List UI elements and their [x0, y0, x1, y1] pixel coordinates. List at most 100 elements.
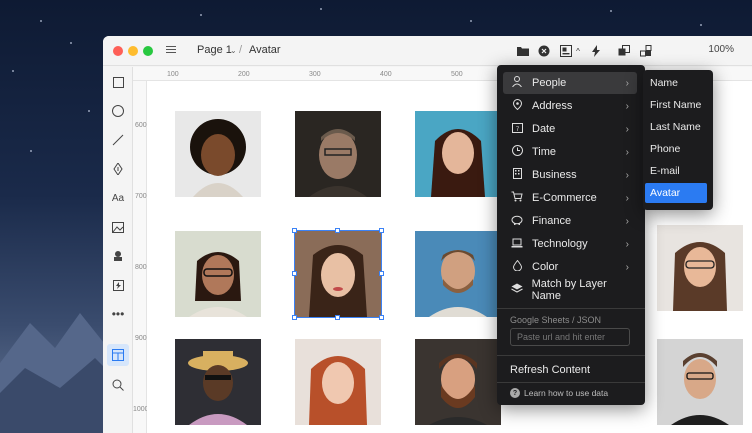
- chevron-right-icon: ›: [625, 123, 629, 135]
- pen-tool-icon[interactable]: [111, 162, 125, 176]
- ruler-label: 200: [238, 71, 250, 78]
- menu-item-match-layer[interactable]: Match by Layer Name: [503, 278, 637, 302]
- menu-item-label: Time: [532, 146, 557, 158]
- ruler-label: 900: [135, 335, 147, 342]
- ruler-label: 300: [309, 71, 321, 78]
- menu-item-people[interactable]: People ›: [503, 72, 637, 94]
- zoom-tool-icon[interactable]: [111, 378, 125, 392]
- menu-item-date[interactable]: 7 Date ›: [503, 118, 637, 140]
- person-icon: [508, 76, 526, 90]
- data-dropdown-menu: People › Address › 7 Date › Time › Busin…: [497, 65, 645, 405]
- google-sheets-heading: Google Sheets / JSON: [510, 315, 602, 325]
- laptop-icon: [508, 238, 526, 251]
- minimize-window-button[interactable]: [128, 46, 138, 56]
- menu-item-color[interactable]: Color ›: [503, 256, 637, 278]
- menu-item-label: Date: [532, 123, 556, 135]
- lightning-icon[interactable]: [589, 44, 603, 58]
- breadcrumb-separator: /: [239, 44, 243, 56]
- folder-icon[interactable]: [516, 44, 530, 58]
- submenu-item-last-name[interactable]: Last Name: [645, 117, 707, 137]
- ruler-label: 600: [135, 122, 147, 129]
- vertical-ruler: 600 700 800 900 1000: [133, 81, 149, 433]
- chevron-down-icon[interactable]: ⌄: [230, 46, 237, 55]
- avatar-image[interactable]: [657, 225, 743, 311]
- line-tool-icon[interactable]: [111, 133, 125, 147]
- ruler-label: 700: [135, 193, 147, 200]
- menu-item-business[interactable]: Business ›: [503, 164, 637, 186]
- piggy-bank-icon: [508, 215, 526, 228]
- avatar-image[interactable]: [175, 231, 261, 317]
- left-toolbar: Aa •••: [103, 67, 133, 433]
- menu-item-time[interactable]: Time ›: [503, 141, 637, 163]
- ruler-label: 100: [167, 71, 179, 78]
- menu-item-label: Finance: [532, 215, 572, 227]
- chevron-right-icon: ›: [625, 77, 629, 89]
- component-icon[interactable]: [639, 44, 653, 58]
- avatar-image[interactable]: [657, 339, 743, 425]
- more-tools-icon[interactable]: •••: [111, 307, 125, 321]
- menu-item-ecommerce[interactable]: E-Commerce ›: [503, 187, 637, 209]
- chevron-right-icon: ›: [625, 261, 629, 273]
- menu-item-label: Color: [532, 261, 559, 273]
- page-selector[interactable]: Page 1: [197, 44, 232, 56]
- menu-item-label: Address: [532, 100, 573, 112]
- zoom-level[interactable]: 100%: [708, 44, 734, 55]
- chevron-right-icon: ›: [625, 215, 629, 227]
- layers-icon: [508, 283, 526, 297]
- menu-item-label: E-Commerce: [532, 192, 597, 204]
- location-icon: [508, 98, 526, 113]
- calendar-icon: 7: [508, 122, 526, 136]
- menu-item-label: Business: [532, 169, 577, 181]
- avatar-image[interactable]: [175, 111, 261, 197]
- chevron-up-icon[interactable]: ^: [571, 44, 585, 58]
- refresh-content-button[interactable]: Refresh Content: [510, 364, 590, 376]
- oval-tool-icon[interactable]: [111, 104, 125, 118]
- submenu-item-name[interactable]: Name: [645, 73, 707, 93]
- submenu-item-avatar[interactable]: Avatar: [645, 183, 707, 203]
- avatar-image[interactable]: [415, 339, 501, 425]
- menu-item-technology[interactable]: Technology ›: [503, 233, 637, 255]
- chevron-right-icon: ›: [625, 146, 629, 158]
- help-icon: ?: [510, 388, 520, 398]
- drop-icon: [508, 259, 526, 274]
- submenu-item-phone[interactable]: Phone: [645, 139, 707, 159]
- chevron-right-icon: ›: [625, 100, 629, 112]
- avatar-image-selected[interactable]: [295, 231, 381, 317]
- avatar-image[interactable]: [175, 339, 261, 425]
- learn-data-link[interactable]: ? Learn how to use data: [510, 388, 608, 398]
- menu-item-label: Match by Layer Name: [531, 278, 607, 302]
- building-icon: [508, 168, 526, 182]
- cart-icon: [508, 191, 526, 205]
- lightning-tool-icon[interactable]: [111, 278, 125, 292]
- stamp-tool-icon[interactable]: [111, 249, 125, 263]
- duplicate-icon[interactable]: [617, 44, 631, 58]
- menu-item-finance[interactable]: Finance ›: [503, 210, 637, 232]
- avatar-image[interactable]: [415, 111, 501, 197]
- ruler-label: 500: [451, 71, 463, 78]
- menu-item-address[interactable]: Address ›: [503, 95, 637, 117]
- menu-divider: [497, 382, 645, 383]
- rectangle-tool-icon[interactable]: [111, 75, 125, 89]
- title-bar: Page 1 ⌄ / Avatar ^ 100%: [103, 36, 752, 66]
- submenu-item-email[interactable]: E-mail: [645, 161, 707, 181]
- clock-icon: [508, 145, 526, 159]
- image-tool-icon[interactable]: [111, 220, 125, 234]
- text-tool-icon[interactable]: Aa: [111, 191, 125, 205]
- data-panel-tool-icon[interactable]: [111, 348, 125, 362]
- plugin-badge-icon[interactable]: [537, 44, 551, 58]
- menu-divider: [497, 308, 645, 309]
- people-submenu: Name First Name Last Name Phone E-mail A…: [643, 70, 713, 210]
- ruler-label: 800: [135, 264, 147, 271]
- mountains-wallpaper: [0, 313, 120, 433]
- close-window-button[interactable]: [113, 46, 123, 56]
- avatar-image[interactable]: [295, 111, 381, 197]
- menu-item-label: Technology: [532, 238, 588, 250]
- chevron-right-icon: ›: [625, 238, 629, 250]
- sheets-url-input[interactable]: [510, 328, 630, 346]
- chevron-right-icon: ›: [625, 169, 629, 181]
- hamburger-menu-icon[interactable]: [166, 44, 176, 55]
- submenu-item-first-name[interactable]: First Name: [645, 95, 707, 115]
- avatar-image[interactable]: [295, 339, 381, 425]
- zoom-window-button[interactable]: [143, 46, 153, 56]
- avatar-image[interactable]: [415, 231, 501, 317]
